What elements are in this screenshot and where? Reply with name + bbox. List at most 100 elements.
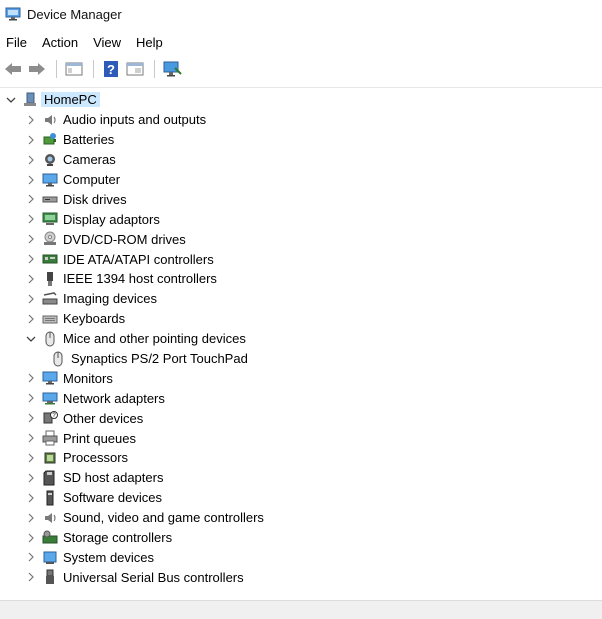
software-device-icon <box>42 490 58 506</box>
chevron-down-icon[interactable] <box>4 93 18 107</box>
toolbar: ? <box>0 57 602 81</box>
chevron-right-icon[interactable] <box>24 511 38 525</box>
tree-node-sd-host-adapters[interactable]: SD host adapters <box>0 468 602 488</box>
tree-node-disk-drives[interactable]: Disk drives <box>0 189 602 209</box>
help-button[interactable]: ? <box>100 58 122 80</box>
properties-icon <box>126 62 144 76</box>
tree-node-label: Network adapters <box>63 390 165 406</box>
tree-node-sound-video-and-game-controllers[interactable]: Sound, video and game controllers <box>0 508 602 528</box>
chevron-down-icon[interactable] <box>24 332 38 346</box>
keyboard-icon <box>42 311 58 327</box>
tree-node-other-devices[interactable]: ? Other devices <box>0 408 602 428</box>
back-button[interactable] <box>2 58 24 80</box>
chevron-right-icon[interactable] <box>24 471 38 485</box>
chevron-right-icon[interactable] <box>24 133 38 147</box>
chevron-right-icon[interactable] <box>24 252 38 266</box>
tree-node-label: Cameras <box>63 152 116 168</box>
camera-icon <box>42 152 58 168</box>
tree-node-cameras[interactable]: Cameras <box>0 150 602 170</box>
tree-node-label: IEEE 1394 host controllers <box>63 271 217 287</box>
scan-hardware-button[interactable] <box>161 58 183 80</box>
tree-node-label: Software devices <box>63 490 162 506</box>
chevron-right-icon[interactable] <box>24 212 38 226</box>
tree-node-system-devices[interactable]: System devices <box>0 547 602 567</box>
tree-node-print-queues[interactable]: Print queues <box>0 428 602 448</box>
unknown-device-icon: ? <box>42 410 58 426</box>
chevron-right-icon[interactable] <box>24 391 38 405</box>
battery-icon <box>42 132 58 148</box>
tree-node-processors[interactable]: Processors <box>0 448 602 468</box>
storage-controller-icon <box>42 530 58 546</box>
chevron-right-icon[interactable] <box>24 531 38 545</box>
toolbar-separator <box>154 60 155 78</box>
tree-node-label: IDE ATA/ATAPI controllers <box>63 251 214 267</box>
tree-node-imaging-devices[interactable]: Imaging devices <box>0 289 602 309</box>
chevron-right-icon[interactable] <box>24 232 38 246</box>
tree-node-batteries[interactable]: Batteries <box>0 130 602 150</box>
chevron-right-icon[interactable] <box>24 312 38 326</box>
chevron-right-icon[interactable] <box>24 491 38 505</box>
tree-node-keyboards[interactable]: Keyboards <box>0 309 602 329</box>
tree-node-universal-serial-bus-controllers[interactable]: Universal Serial Bus controllers <box>0 567 602 587</box>
toolbar-separator <box>56 60 57 78</box>
chevron-right-icon[interactable] <box>24 570 38 584</box>
menu-action[interactable]: Action <box>36 33 84 52</box>
tree-node-label: Imaging devices <box>63 291 157 307</box>
mouse-icon <box>42 331 58 347</box>
tree-node-software-devices[interactable]: Software devices <box>0 488 602 508</box>
tree-node-monitors[interactable]: Monitors <box>0 368 602 388</box>
chevron-right-icon[interactable] <box>24 292 38 306</box>
properties-button[interactable] <box>124 58 146 80</box>
tree-node-label: Disk drives <box>63 191 127 207</box>
tree-node-label: SD host adapters <box>63 470 164 486</box>
show-hide-console-tree-button[interactable] <box>63 58 85 80</box>
back-arrow-icon <box>5 63 21 75</box>
tree-node-ide-ata-atapi-controllers[interactable]: IDE ATA/ATAPI controllers <box>0 249 602 269</box>
optical-drive-icon <box>42 231 58 247</box>
processor-icon <box>42 450 58 466</box>
tree-node-mice-and-other-pointing-devices[interactable]: Mice and other pointing devices <box>0 329 602 349</box>
chevron-right-icon[interactable] <box>24 451 38 465</box>
menu-help[interactable]: Help <box>130 33 169 52</box>
tree-node-audio-inputs-and-outputs[interactable]: Audio inputs and outputs <box>0 110 602 130</box>
tree-node-label: Sound, video and game controllers <box>63 510 264 526</box>
scan-hardware-icon <box>163 61 182 77</box>
chevron-right-icon[interactable] <box>24 371 38 385</box>
chevron-right-icon[interactable] <box>24 192 38 206</box>
chevron-right-icon[interactable] <box>24 113 38 127</box>
tree-node-display-adaptors[interactable]: Display adaptors <box>0 209 602 229</box>
menu-view[interactable]: View <box>87 33 127 52</box>
title-bar: Device Manager <box>0 0 602 28</box>
status-bar <box>0 600 602 619</box>
show-hide-console-tree-icon <box>65 62 83 76</box>
window-title: Device Manager <box>27 6 122 22</box>
tree-node-storage-controllers[interactable]: Storage controllers <box>0 528 602 548</box>
tree-node-dvd-cd-rom-drives[interactable]: DVD/CD-ROM drives <box>0 229 602 249</box>
chevron-right-icon[interactable] <box>24 411 38 425</box>
tree-node-label: Other devices <box>63 410 144 426</box>
chevron-right-icon[interactable] <box>24 550 38 564</box>
tree-node-computer[interactable]: Computer <box>0 170 602 190</box>
speaker-icon <box>42 510 58 526</box>
tree-node-label: Print queues <box>63 430 136 446</box>
chevron-right-icon[interactable] <box>24 153 38 167</box>
system-device-icon <box>42 549 58 565</box>
tree-node-homepc[interactable]: HomePC <box>0 90 602 110</box>
tree-node-label: Synaptics PS/2 Port TouchPad <box>71 351 248 367</box>
menu-file[interactable]: File <box>0 33 33 52</box>
forward-button[interactable] <box>26 58 48 80</box>
tree-node-synaptics-ps-2-port-touchpad[interactable]: Synaptics PS/2 Port TouchPad <box>0 349 602 369</box>
chevron-right-icon[interactable] <box>24 272 38 286</box>
monitor-icon <box>42 370 58 386</box>
tree-node-label: Processors <box>63 450 129 466</box>
display-adapter-icon <box>42 211 58 227</box>
chevron-right-icon[interactable] <box>24 431 38 445</box>
computer-icon <box>22 92 38 108</box>
chevron-right-icon[interactable] <box>24 173 38 187</box>
usb-icon <box>42 569 58 585</box>
tree-node-network-adapters[interactable]: Network adapters <box>0 388 602 408</box>
mouse-icon <box>50 351 66 367</box>
tree-node-ieee-1394-host-controllers[interactable]: IEEE 1394 host controllers <box>0 269 602 289</box>
device-manager-icon <box>5 6 21 22</box>
menu-bar: File Action View Help <box>0 31 172 53</box>
